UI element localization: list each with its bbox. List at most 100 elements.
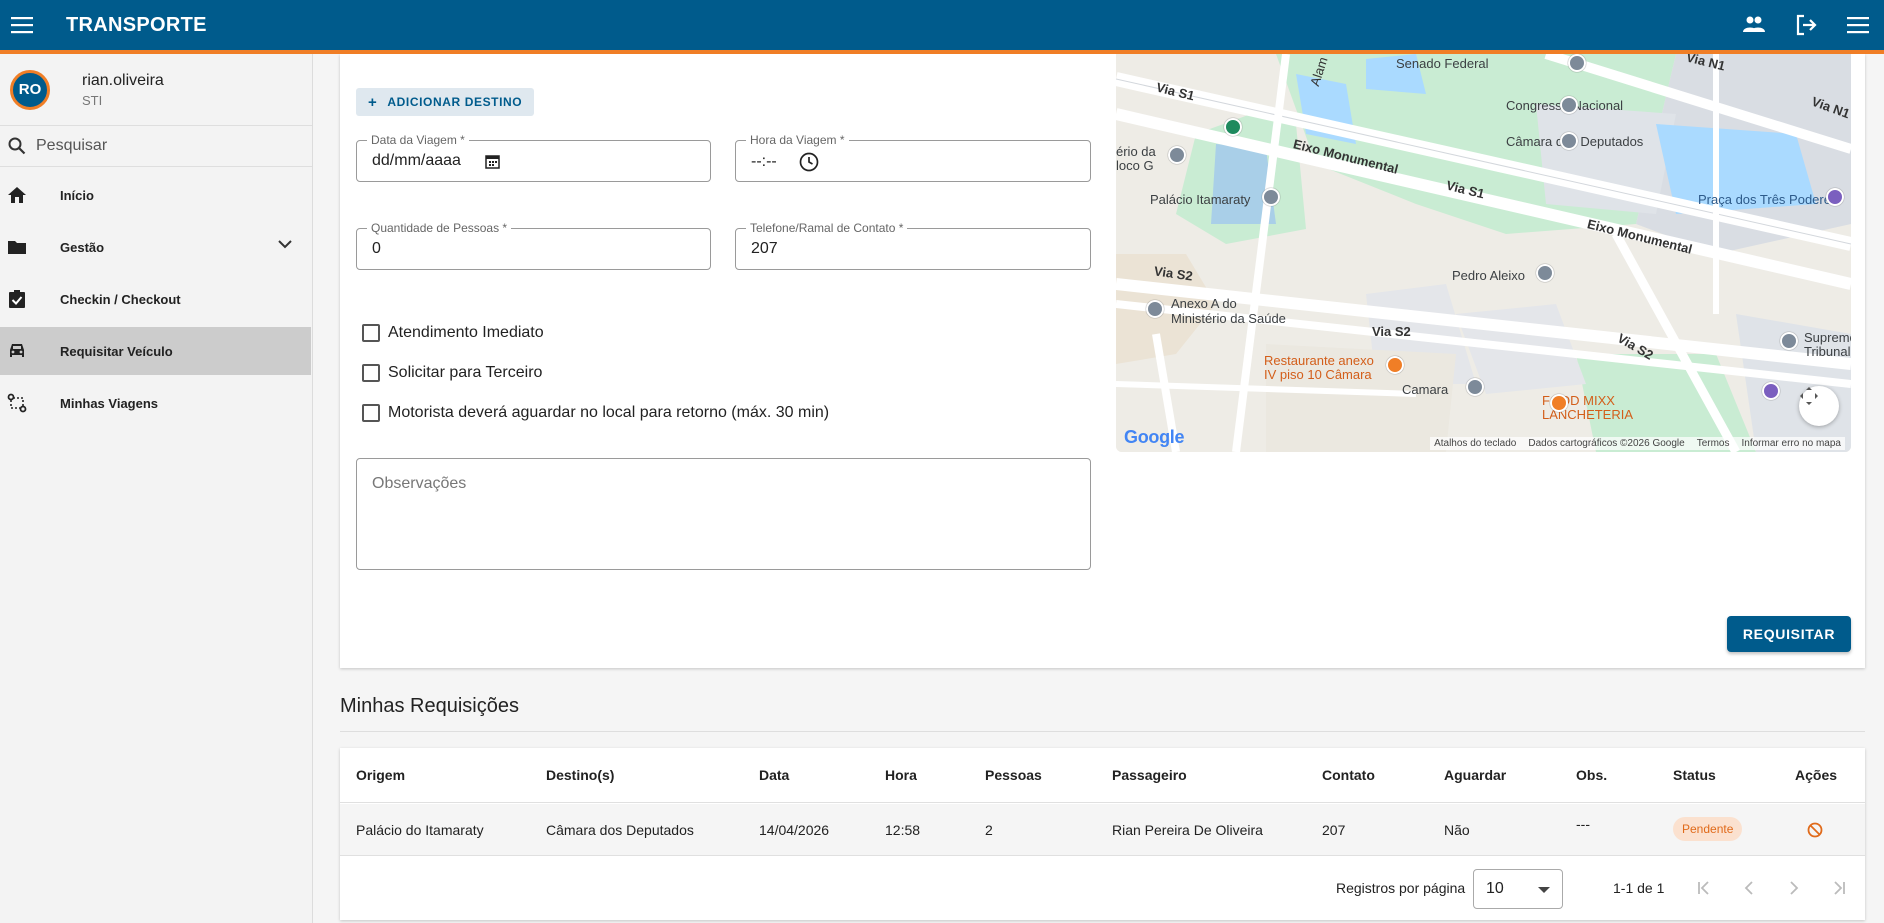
clipboard-check-icon <box>6 288 28 310</box>
map-label-itamaraty: Palácio Itamaraty <box>1150 192 1251 207</box>
map-pin-itamaraty[interactable] <box>1262 188 1280 206</box>
col-origem[interactable]: Origem <box>356 767 405 783</box>
map-label-camara: Camara <box>1402 382 1449 397</box>
logout-icon[interactable] <box>1788 7 1824 43</box>
last-page-icon[interactable] <box>1824 873 1854 903</box>
next-page-icon[interactable] <box>1779 873 1809 903</box>
time-field[interactable]: Hora da Viagem * --:-- <box>735 133 1091 182</box>
map-label-pedro-aleixo: Pedro Aleixo <box>1452 268 1525 283</box>
google-logo: Google <box>1124 427 1185 447</box>
sidebar-item-label: Checkin / Checkout <box>60 291 181 307</box>
sidebar-item-label: Início <box>60 187 94 203</box>
sidebar-item-checkin[interactable]: Checkin / Checkout <box>0 275 312 323</box>
prev-page-icon[interactable] <box>1734 873 1764 903</box>
map-pin-anexo[interactable] <box>1146 300 1164 318</box>
map-pin-pedro-aleixo[interactable] <box>1536 264 1554 282</box>
map-pin-itamaraty-garden[interactable] <box>1224 118 1242 136</box>
sidebar: RO rian.oliveira STI Início Gestão Check… <box>0 54 313 923</box>
cell-hora: 12:58 <box>885 822 921 838</box>
people-field[interactable]: Quantidade de Pessoas * 0 <box>356 221 711 270</box>
col-status[interactable]: Status <box>1673 767 1716 783</box>
cell-contato: 207 <box>1322 822 1346 838</box>
map-label-restaurante-2: IV piso 10 Câmara <box>1264 367 1372 382</box>
sidebar-item-inicio[interactable]: Início <box>0 171 312 219</box>
map-label-via-s2-b: Via S2 <box>1372 324 1411 339</box>
col-aguardar[interactable]: Aguardar <box>1444 767 1506 783</box>
map-label-praca: Praça dos Três Poderes <box>1698 192 1838 207</box>
col-data[interactable]: Data <box>759 767 789 783</box>
map-pin-supremo[interactable] <box>1780 332 1798 350</box>
map-pin-congresso[interactable] <box>1560 96 1578 114</box>
third-party-checkbox-row[interactable]: Solicitar para Terceiro <box>362 364 542 382</box>
third-party-label: Solicitar para Terceiro <box>388 364 543 381</box>
map-pin-food[interactable] <box>1550 394 1568 412</box>
map-pin-senado[interactable] <box>1568 54 1586 72</box>
map-pin-praca[interactable] <box>1826 188 1844 206</box>
menu-icon[interactable] <box>0 3 44 47</box>
first-page-icon[interactable] <box>1689 873 1719 903</box>
people-icon[interactable] <box>1736 7 1772 43</box>
map-terms-link[interactable]: Termos <box>1697 438 1730 449</box>
observations-textarea[interactable]: Observações <box>356 458 1091 570</box>
third-party-checkbox[interactable] <box>362 364 380 382</box>
map-fullscreen-icon[interactable] <box>1799 386 1839 426</box>
search-icon <box>8 137 26 155</box>
search-input[interactable] <box>36 137 286 155</box>
map-report-link[interactable]: Informar erro no mapa <box>1742 438 1842 449</box>
add-destination-button[interactable]: + ADICIONAR DESTINO <box>356 88 535 116</box>
cell-pessoas: 2 <box>985 822 993 838</box>
request-form-card: + ADICIONAR DESTINO Data da Viagem * dd/… <box>340 54 1865 668</box>
cell-aguardar: Não <box>1444 822 1470 838</box>
immediate-checkbox-row[interactable]: Atendimento Imediato <box>362 324 544 342</box>
more-menu-icon[interactable] <box>1840 7 1876 43</box>
map-pin-camara-deputados[interactable] <box>1560 132 1578 150</box>
map-pin-palace[interactable] <box>1762 382 1780 400</box>
sidebar-item-gestao[interactable]: Gestão <box>0 223 312 271</box>
table-row[interactable]: Palácio do Itamaraty Câmara dos Deputado… <box>340 804 1865 856</box>
submit-request-button[interactable]: REQUISITAR <box>1727 616 1851 652</box>
map-label-tribunal: Tribunal <box>1804 344 1851 359</box>
time-value: --:-- <box>751 153 777 170</box>
rows-per-page-label: Registros por página <box>1336 880 1466 896</box>
wait-checkbox[interactable] <box>362 404 380 422</box>
rows-per-page-select[interactable]: 10 <box>1473 869 1563 909</box>
sidebar-item-requisitar[interactable]: Requisitar Veículo <box>0 327 311 375</box>
user-department: STI <box>82 92 103 108</box>
map-pin-ministerio[interactable] <box>1168 146 1186 164</box>
map-label-supremo: Supremo <box>1804 330 1851 345</box>
calendar-icon[interactable] <box>485 154 500 169</box>
cell-obs: --- <box>1576 816 1590 832</box>
chevron-down-icon[interactable] <box>278 237 292 252</box>
col-passageiro[interactable]: Passageiro <box>1112 767 1187 783</box>
map[interactable]: Senado Federal Congresso Nacional Câmara… <box>1116 54 1851 452</box>
cell-origem: Palácio do Itamaraty <box>356 822 484 838</box>
people-value: 0 <box>372 240 381 257</box>
map-pin-restaurante[interactable] <box>1386 356 1404 374</box>
table-header: Origem Destino(s) Data Hora Pessoas Pass… <box>340 748 1865 803</box>
cancel-icon[interactable] <box>1807 822 1823 843</box>
map-footer: Atalhos do teclado Dados cartográficos ©… <box>1430 437 1845 450</box>
col-hora[interactable]: Hora <box>885 767 917 783</box>
app-bar: TRANSPORTE <box>0 0 1884 54</box>
time-label: Hora da Viagem * <box>746 133 849 147</box>
wait-checkbox-row[interactable]: Motorista deverá aguardar no local para … <box>362 404 829 422</box>
sidebar-item-viagens[interactable]: Minhas Viagens <box>0 379 312 427</box>
date-label: Data da Viagem * <box>367 133 469 147</box>
avatar[interactable]: RO <box>10 69 50 110</box>
clock-icon[interactable] <box>799 152 819 172</box>
col-pessoas[interactable]: Pessoas <box>985 767 1042 783</box>
map-shortcuts-link[interactable]: Atalhos do teclado <box>1434 438 1516 449</box>
map-data-credit: Dados cartográficos ©2026 Google <box>1528 438 1685 449</box>
plus-icon: + <box>368 93 378 111</box>
phone-field[interactable]: Telefone/Ramal de Contato * 207 <box>735 221 1091 270</box>
map-pin-camara[interactable] <box>1466 378 1484 396</box>
sidebar-search <box>0 126 312 167</box>
sidebar-item-label: Requisitar Veículo <box>60 343 173 359</box>
date-field[interactable]: Data da Viagem * dd/mm/aaaa <box>356 133 711 182</box>
col-contato[interactable]: Contato <box>1322 767 1375 783</box>
col-obs[interactable]: Obs. <box>1576 767 1607 783</box>
requests-title: Minhas Requisições <box>340 695 519 717</box>
immediate-checkbox[interactable] <box>362 324 380 342</box>
col-acoes: Ações <box>1795 767 1838 783</box>
col-destino[interactable]: Destino(s) <box>546 767 614 783</box>
